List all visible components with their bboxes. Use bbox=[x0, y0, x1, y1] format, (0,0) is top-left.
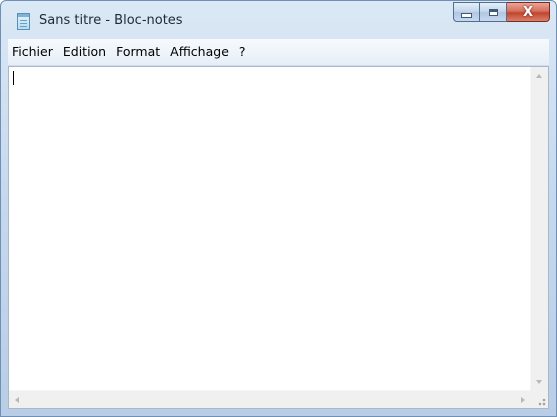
scroll-down-icon[interactable] bbox=[536, 380, 542, 384]
close-icon: X bbox=[522, 4, 534, 20]
menu-help[interactable]: ? bbox=[234, 41, 251, 63]
scroll-left-icon[interactable] bbox=[15, 397, 19, 403]
menu-edition[interactable]: Edition bbox=[58, 41, 111, 63]
scroll-right-icon[interactable] bbox=[521, 397, 525, 403]
text-editor[interactable] bbox=[8, 66, 549, 409]
menu-affichage[interactable]: Affichage bbox=[165, 41, 234, 63]
size-grip-icon[interactable] bbox=[531, 391, 548, 408]
close-button[interactable]: X bbox=[507, 2, 550, 22]
minimize-icon bbox=[461, 13, 472, 18]
menu-format[interactable]: Format bbox=[111, 41, 165, 63]
caption-buttons: X bbox=[453, 2, 550, 24]
notepad-window: Sans titre - Bloc-notes X Fichier Editio… bbox=[0, 0, 557, 417]
menu-bar: Fichier Edition Format Affichage ? bbox=[8, 39, 549, 66]
minimize-button[interactable] bbox=[453, 2, 480, 22]
maximize-button[interactable] bbox=[480, 2, 507, 22]
notepad-icon[interactable] bbox=[17, 13, 30, 30]
scroll-up-icon[interactable] bbox=[536, 74, 542, 78]
horizontal-scrollbar[interactable] bbox=[9, 390, 531, 408]
window-title: Sans titre - Bloc-notes bbox=[39, 13, 183, 28]
vertical-scrollbar[interactable] bbox=[530, 67, 548, 391]
maximize-icon bbox=[488, 8, 498, 16]
text-caret bbox=[13, 71, 14, 85]
title-bar[interactable]: Sans titre - Bloc-notes X bbox=[1, 1, 556, 39]
menu-fichier[interactable]: Fichier bbox=[8, 41, 58, 63]
